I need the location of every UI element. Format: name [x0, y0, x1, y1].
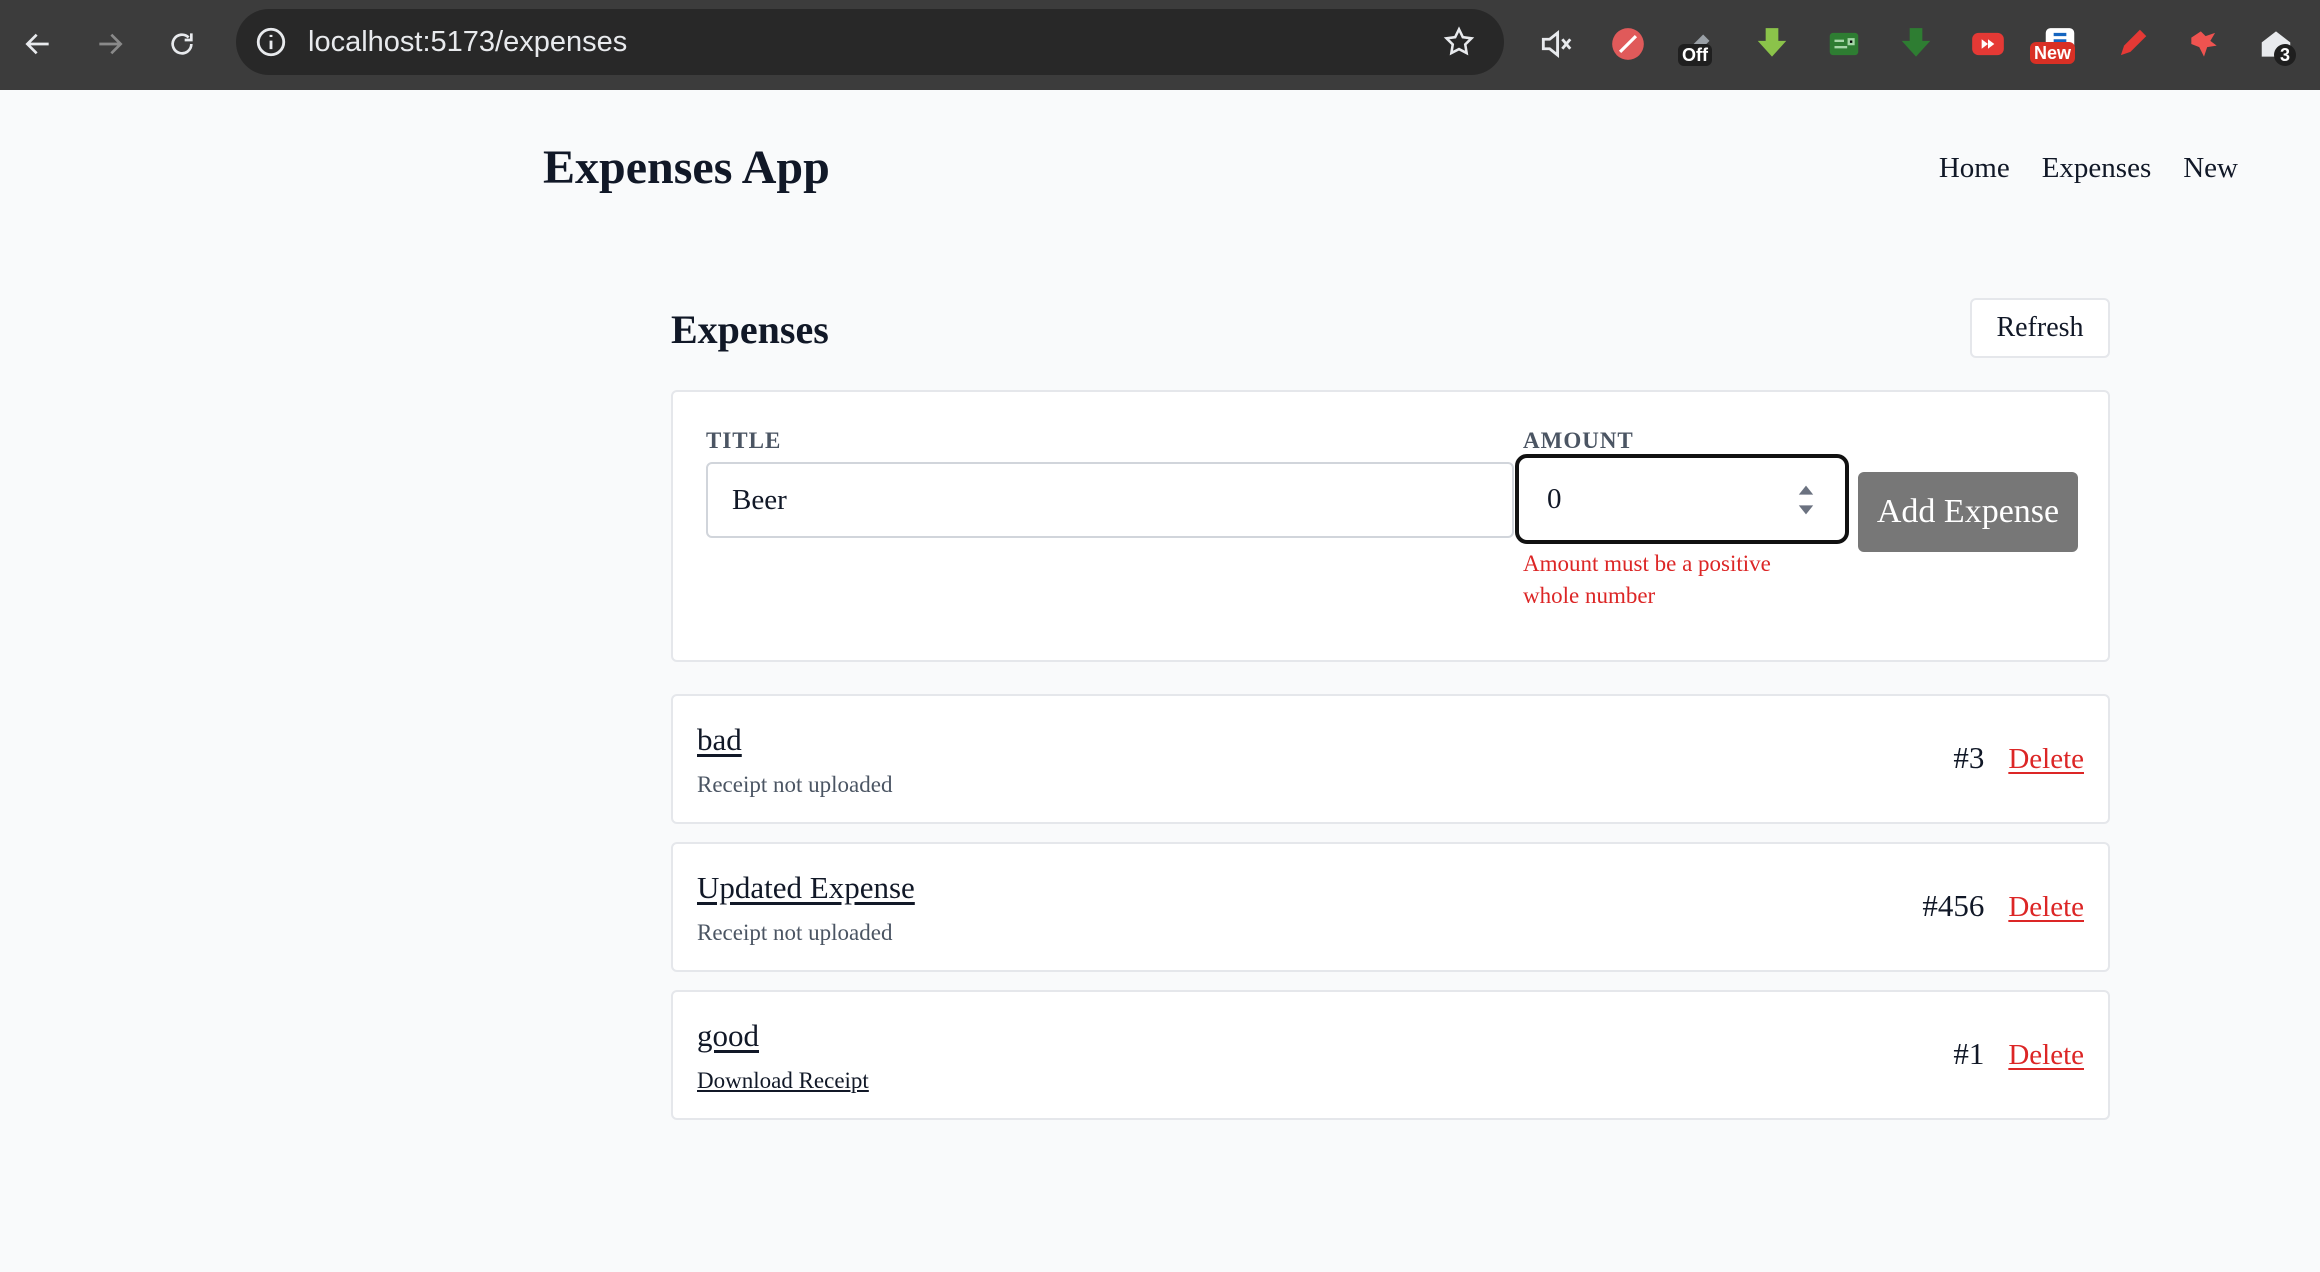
reload-button[interactable]	[158, 20, 206, 68]
expense-actions: #1 Delete	[1953, 1036, 2084, 1072]
info-icon[interactable]	[254, 25, 288, 59]
expense-title-link[interactable]: Updated Expense	[697, 870, 915, 906]
nav-expenses-link[interactable]: Expenses	[2042, 152, 2152, 185]
count-badge: 3	[2274, 44, 2297, 66]
receipt-status: Receipt not uploaded	[697, 772, 893, 797]
amount-field[interactable]	[1515, 454, 1849, 544]
address-bar[interactable]: localhost:5173/expenses	[236, 9, 1504, 75]
expense-item: Updated Expense Receipt not uploaded #45…	[671, 842, 2110, 972]
expense-title-link[interactable]: bad	[697, 722, 742, 758]
url-text[interactable]: localhost:5173/expenses	[308, 9, 627, 75]
expense-item: bad Receipt not uploaded #3 Delete	[671, 694, 2110, 824]
expense-id: #1	[1953, 1036, 1985, 1071]
extension-pen[interactable]	[2108, 20, 2156, 68]
arrow-left-icon	[25, 33, 49, 55]
mute-tab-button[interactable]	[1532, 20, 1580, 68]
nav-new-link[interactable]: New	[2183, 152, 2238, 185]
main-nav: Home Expenses New	[1939, 152, 2238, 185]
amount-error-message: Amount must be a positive whole number	[1523, 551, 1771, 608]
extension-youtube[interactable]	[1964, 20, 2012, 68]
expense-id: #3	[1953, 740, 1985, 775]
nav-home-link[interactable]: Home	[1939, 152, 2010, 185]
amount-input[interactable]	[1525, 462, 1815, 536]
off-badge: Off	[1678, 44, 1712, 66]
play-icon	[1972, 32, 2004, 56]
page-title: Expenses	[671, 307, 829, 352]
forward-button[interactable]	[86, 20, 134, 68]
card-icon	[1829, 32, 1859, 56]
delete-link[interactable]: Delete	[2008, 743, 2084, 776]
extension-download-dark[interactable]	[1892, 20, 1940, 68]
extension-card[interactable]	[1820, 20, 1868, 68]
refresh-button[interactable]: Refresh	[1970, 298, 2110, 358]
extension-new[interactable]: New	[2030, 20, 2084, 68]
download-receipt-link[interactable]: Download Receipt	[697, 1068, 869, 1094]
dragon-icon	[2191, 31, 2217, 57]
back-button[interactable]	[14, 20, 62, 68]
download-arrow-icon	[1757, 28, 1787, 57]
new-badge: New	[2030, 42, 2076, 64]
extension-off[interactable]: Off	[1676, 20, 1724, 68]
expense-title-link[interactable]: good	[697, 1018, 759, 1054]
pen-icon	[2120, 29, 2147, 56]
arrow-right-icon	[99, 33, 123, 55]
number-stepper-icon[interactable]	[1797, 480, 1815, 520]
delete-link[interactable]: Delete	[2008, 1039, 2084, 1072]
add-expense-button[interactable]: Add Expense	[1858, 472, 2078, 552]
expense-item: good Download Receipt #1 Delete	[671, 990, 2110, 1120]
delete-link[interactable]: Delete	[2008, 891, 2084, 924]
browser-toolbar: localhost:5173/expenses Off New 3	[0, 0, 2320, 90]
speaker-muted-icon	[1541, 29, 1572, 59]
title-label: TITLE	[706, 428, 782, 453]
extension-download-green[interactable]	[1748, 20, 1796, 68]
expense-actions: #3 Delete	[1953, 740, 2084, 776]
app-title: Expenses App	[543, 141, 830, 194]
extension-home[interactable]: 3	[2252, 20, 2300, 68]
amount-label: AMOUNT	[1523, 428, 1634, 453]
expense-id: #456	[1922, 888, 1985, 923]
expenses-page: Expenses Refresh TITLE AMOUNT Amount mus…	[671, 294, 2110, 1120]
add-expense-form: TITLE AMOUNT Amount must be a positive w…	[671, 390, 2110, 662]
extension-dragon[interactable]	[2180, 20, 2228, 68]
expense-actions: #456 Delete	[1922, 888, 2084, 924]
receipt-status: Receipt not uploaded	[697, 920, 893, 945]
block-icon	[1612, 28, 1644, 60]
page-header: Expenses Refresh	[671, 294, 2110, 364]
title-input[interactable]	[706, 462, 1514, 538]
extension-blocker[interactable]	[1604, 20, 1652, 68]
download-arrow-icon	[1901, 28, 1931, 57]
reload-icon	[171, 33, 193, 55]
bookmark-star-icon[interactable]	[1442, 25, 1476, 59]
